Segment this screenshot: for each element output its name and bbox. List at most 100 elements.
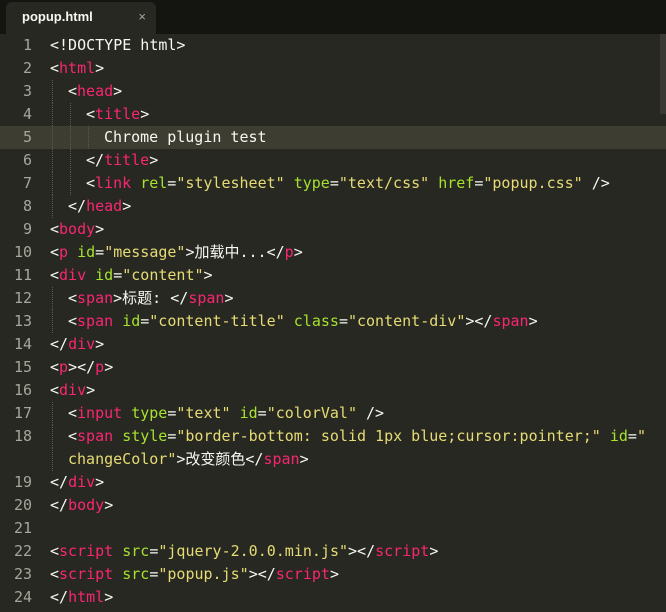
- tab-title[interactable]: popup.html: [22, 9, 93, 24]
- string-value: "content-title": [149, 312, 285, 330]
- plain-text: </: [50, 473, 69, 491]
- string-value: ": [636, 427, 646, 445]
- string-value: "content-div": [347, 312, 466, 330]
- attribute-name: src: [122, 565, 150, 583]
- plain-text: >: [299, 450, 309, 468]
- plain-text: [285, 174, 294, 192]
- plain-text: <: [68, 312, 78, 330]
- code-text: <span>标题: </span>: [68, 287, 233, 310]
- plain-text: [113, 565, 122, 583]
- plain-text: =: [257, 404, 267, 422]
- code-line[interactable]: 7 <link rel="stylesheet" type="text/css" …: [0, 172, 666, 195]
- minimap[interactable]: [660, 34, 666, 114]
- code-line[interactable]: 8 </head>: [0, 195, 666, 218]
- indent-guide: [52, 425, 54, 448]
- plain-text: >: [429, 542, 439, 560]
- string-value: changeColor": [68, 450, 177, 468]
- plain-text: =: [627, 427, 637, 445]
- code-line[interactable]: 4 <title>: [0, 103, 666, 126]
- code-line[interactable]: 1 <!DOCTYPE html>: [0, 34, 666, 57]
- string-value: "message": [104, 243, 186, 261]
- line-number: 16: [13, 381, 32, 399]
- indent-guide: [52, 172, 54, 195]
- code-line[interactable]: 21: [0, 517, 666, 540]
- tag-name: html: [68, 588, 105, 606]
- code-text: <title>: [86, 103, 149, 126]
- code-text: <div id="content">: [50, 264, 213, 287]
- plain-text: <: [50, 243, 60, 261]
- line-number: 8: [22, 197, 32, 215]
- plain-text: =: [95, 243, 105, 261]
- line-number: 12: [13, 289, 32, 307]
- code-line[interactable]: 23 <script src="popup.js"></script>: [0, 563, 666, 586]
- code-line[interactable]: 16 <div>: [0, 379, 666, 402]
- attribute-name: src: [122, 542, 150, 560]
- indent-guide: [70, 126, 72, 149]
- plain-text: <: [50, 59, 60, 77]
- code-line[interactable]: 13 <span id="content-title" class="conten…: [0, 310, 666, 333]
- plain-text: <: [86, 174, 96, 192]
- tag-name: span: [188, 289, 225, 307]
- code-line[interactable]: 10 <p id="message">加载中...</p>: [0, 241, 666, 264]
- code-text: <p></p>: [50, 356, 113, 379]
- line-number: 14: [13, 335, 32, 353]
- code-line[interactable]: 19 </div>: [0, 471, 666, 494]
- code-editor[interactable]: 1 <!DOCTYPE html> 2 <html> 3 <head> 4 <title> 5 C…: [0, 34, 666, 612]
- tag-name: link: [95, 174, 132, 192]
- string-value: "border-bottom: solid 1px blue;cursor:po…: [176, 427, 601, 445]
- plain-text: />: [582, 174, 610, 192]
- code-line[interactable]: 3 <head>: [0, 80, 666, 103]
- code-text: <html>: [50, 57, 104, 80]
- code-line[interactable]: 5 Chrome plugin test: [0, 126, 666, 149]
- code-line[interactable]: 11 <div id="content">: [0, 264, 666, 287]
- tag-name: head: [77, 82, 114, 100]
- plain-text: [429, 174, 438, 192]
- code-line[interactable]: 6 </title>: [0, 149, 666, 172]
- tag-name: div: [68, 335, 96, 353]
- plain-text: [86, 266, 95, 284]
- tag-name: html: [59, 59, 96, 77]
- string-value: "popup.js": [158, 565, 249, 583]
- code-line[interactable]: 22 <script src="jquery-2.0.0.min.js"></sc…: [0, 540, 666, 563]
- code-text: Chrome plugin test: [104, 126, 267, 149]
- line-number: 23: [13, 565, 32, 583]
- code-line[interactable]: 20 </body>: [0, 494, 666, 517]
- string-value: "popup.css": [483, 174, 583, 192]
- plain-text: <!DOCTYPE html>: [50, 36, 186, 54]
- tag-name: script: [59, 542, 114, 560]
- code-line[interactable]: 14 </div>: [0, 333, 666, 356]
- plain-text: >: [140, 105, 150, 123]
- tag-name: script: [59, 565, 114, 583]
- plain-text: </: [50, 588, 69, 606]
- tag-name: div: [59, 381, 87, 399]
- plain-text: </: [50, 335, 69, 353]
- plain-text: [131, 174, 140, 192]
- attribute-name: type: [293, 174, 330, 192]
- plain-text: >: [104, 588, 114, 606]
- code-line[interactable]: changeColor">改变颜色</span>: [0, 448, 666, 471]
- code-line[interactable]: 24 </html>: [0, 586, 666, 609]
- plain-text: <: [50, 542, 60, 560]
- tag-name: body: [59, 220, 96, 238]
- plain-text: <: [50, 220, 60, 238]
- line-number: 15: [13, 358, 32, 376]
- plain-text: >: [122, 197, 132, 215]
- code-line[interactable]: 15 <p></p>: [0, 356, 666, 379]
- code-line[interactable]: 12 <span>标题: </span>: [0, 287, 666, 310]
- tag-name: script: [275, 565, 330, 583]
- indent-guide: [52, 310, 54, 333]
- attribute-name: rel: [140, 174, 168, 192]
- line-number: 11: [13, 266, 32, 284]
- code-line[interactable]: 18 <span style = "border-bottom: solid 1px …: [0, 425, 666, 448]
- attribute-name: id: [609, 427, 628, 445]
- plain-text: >: [95, 220, 105, 238]
- indent-guide: [52, 287, 54, 310]
- code-line[interactable]: 2 <html>: [0, 57, 666, 80]
- code-line[interactable]: 17 <input type="text" id="colorVal" />: [0, 402, 666, 425]
- plain-text: [113, 312, 122, 330]
- indent-guide: [52, 80, 54, 103]
- plain-text: [285, 312, 294, 330]
- close-icon[interactable]: ×: [138, 9, 146, 24]
- tab-popup-html[interactable]: popup.html ×: [6, 2, 156, 34]
- code-line[interactable]: 9 <body>: [0, 218, 666, 241]
